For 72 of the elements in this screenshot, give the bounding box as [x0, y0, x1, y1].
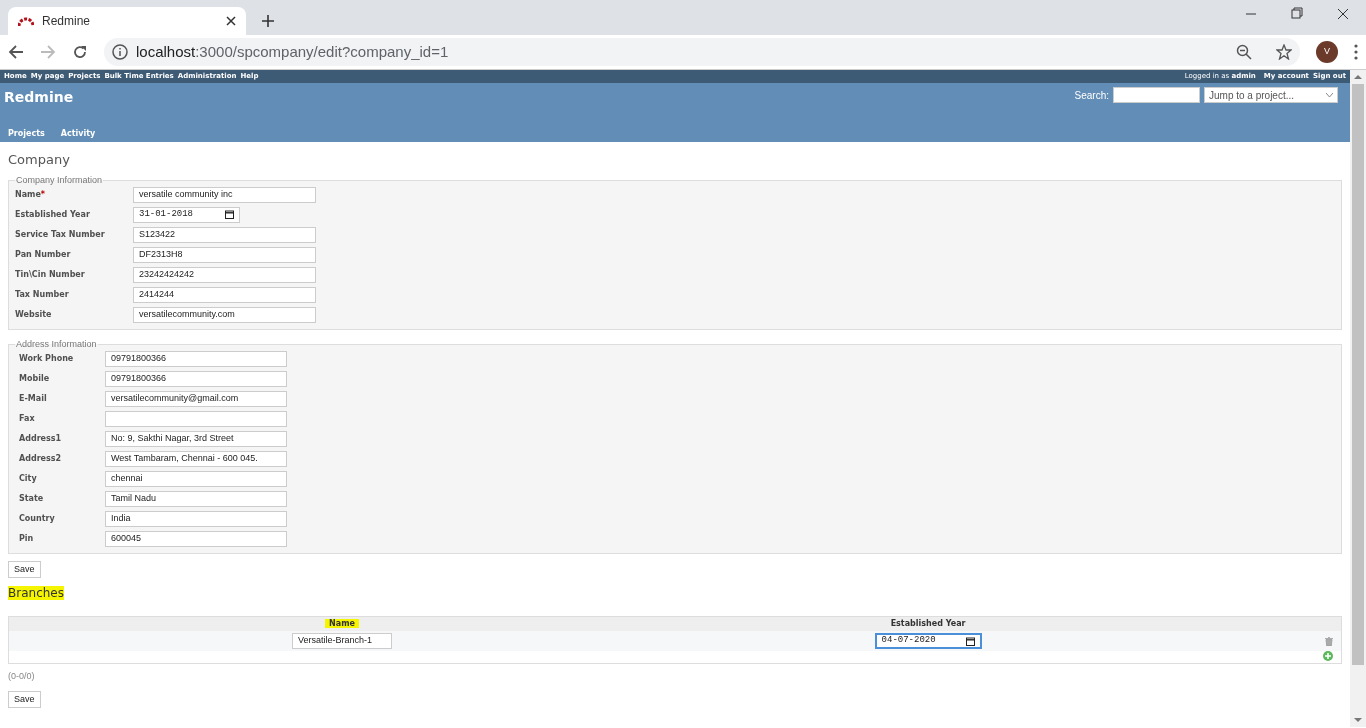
input-field[interactable]: West Tambaram, Chennai - 600 045. [105, 450, 287, 467]
close-icon[interactable] [226, 16, 236, 26]
section-title: Branches [8, 586, 64, 600]
date-field[interactable]: 04-07-2020 [874, 633, 982, 649]
tab-title: Redmine [42, 13, 92, 30]
input-field[interactable]: 09791800366 [105, 350, 287, 367]
main-menu-tab[interactable]: Activity [60, 128, 96, 140]
field-label: Tin\Cin Number [15, 268, 86, 281]
calendar-icon[interactable] [225, 210, 234, 219]
date-field[interactable]: 31-01-2018 [133, 206, 240, 223]
input-field[interactable]: Tamil Nadu [105, 490, 287, 507]
save-button[interactable]: Save [8, 560, 41, 578]
search-label: Search: [1074, 88, 1109, 103]
back-icon[interactable] [8, 44, 24, 60]
search-field[interactable] [1113, 87, 1200, 103]
field-label: Tax Number [15, 288, 70, 301]
field-label: Fax [19, 412, 36, 425]
column-header: Established Year [889, 619, 967, 628]
main-menu-tab[interactable]: Projects [8, 128, 45, 140]
field-label: Pan Number [15, 248, 72, 261]
field-label: Service Tax Number [15, 228, 106, 241]
input-field[interactable]: versatilecommunity.com [133, 306, 316, 323]
input-field[interactable]: No: 9, Sakthi Nagar, 3rd Street [105, 430, 287, 447]
pagination-text: (0-0/0) [8, 670, 36, 683]
field-label: Address1 [19, 432, 63, 445]
scrollbar-thumb[interactable] [1352, 84, 1364, 665]
reload-icon[interactable] [72, 44, 88, 60]
project-jump-select[interactable]: Jump to a project... [1204, 87, 1338, 103]
input-field[interactable] [105, 410, 287, 427]
add-icon[interactable] [1323, 651, 1333, 661]
address-bar[interactable]: localhost:3000/spcompany/edit?company_id=1 [104, 38, 1300, 66]
field-label: Country [19, 512, 56, 525]
section-legend: Address Information [15, 339, 98, 349]
input-field[interactable]: 600045 [105, 530, 287, 547]
zoom-out-icon[interactable] [1236, 44, 1252, 60]
field-label: Address2 [19, 452, 63, 465]
site-title: Redmine [4, 88, 74, 107]
trash-icon[interactable] [1325, 636, 1333, 646]
profile-avatar[interactable]: V [1316, 41, 1338, 63]
input-field[interactable]: versatile community inc [133, 186, 316, 203]
field-label: Website [15, 308, 53, 321]
caret-icon [1326, 93, 1333, 97]
field-label: Established Year [15, 208, 91, 221]
input-field[interactable]: chennai [105, 470, 287, 487]
new-tab-icon[interactable] [262, 15, 274, 27]
input-field[interactable]: Versatile-Branch-1 [292, 633, 392, 649]
input-field[interactable]: 09791800366 [105, 370, 287, 387]
input-field[interactable]: DF2313H8 [133, 246, 316, 263]
save-button[interactable]: Save [8, 690, 41, 708]
field-label: Mobile [19, 372, 51, 385]
browser-tab[interactable]: Redmine [8, 7, 246, 35]
url-text: localhost:3000/spcompany/edit?company_id=1 [136, 41, 449, 62]
field-label: E-Mail [19, 392, 48, 405]
scrollbar[interactable] [1350, 70, 1366, 727]
field-label: Name* [15, 188, 47, 201]
calendar-icon[interactable] [965, 636, 975, 646]
star-icon[interactable] [1276, 44, 1292, 60]
input-field[interactable]: 23242424242 [133, 266, 316, 283]
field-label: City [19, 472, 38, 485]
field-label: Work Phone [19, 352, 75, 365]
input-field[interactable]: S123422 [133, 226, 316, 243]
page-title: Company [8, 151, 71, 169]
field-label: State [19, 492, 45, 505]
info-icon [112, 44, 128, 60]
input-field[interactable]: 2414244 [133, 286, 316, 303]
input-field[interactable]: versatilecommunity@gmail.com [105, 390, 287, 407]
section-legend: Company Information [15, 175, 104, 185]
logo-icon [18, 16, 34, 26]
input-field[interactable]: India [105, 510, 287, 527]
menu-icon[interactable] [1354, 44, 1358, 60]
column-header: Name [325, 619, 359, 628]
field-label: Pin [19, 532, 35, 545]
